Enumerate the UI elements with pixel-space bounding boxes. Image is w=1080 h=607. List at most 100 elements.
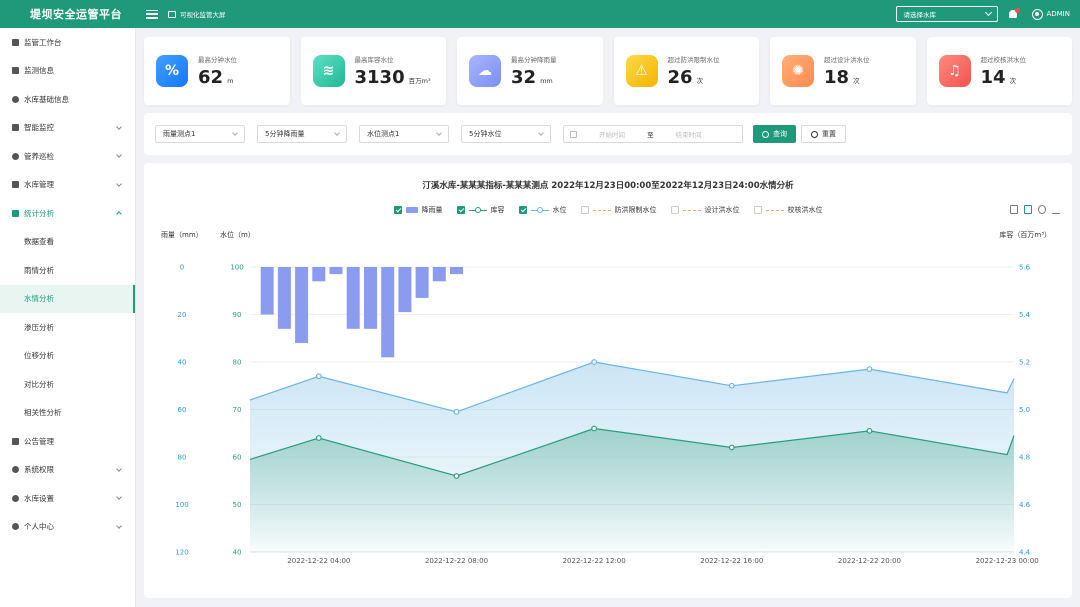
sidebar-sub-rain-analysis[interactable]: 雨情分析 xyxy=(0,256,135,285)
chevron-down-icon xyxy=(116,152,122,158)
query-button[interactable]: 查询 xyxy=(753,125,796,143)
sidebar-item-profile[interactable]: 个人中心 xyxy=(0,513,135,542)
x-tick-label: 2022-12-22 04:00 xyxy=(287,557,350,565)
legend-capacity[interactable]: 库容 xyxy=(456,205,505,215)
date-range-picker[interactable]: 开始时间 至 结束时间 xyxy=(563,125,743,143)
sidebar-item-notices[interactable]: 公告管理 xyxy=(0,427,135,456)
legend-label: 校核洪水位 xyxy=(787,206,823,214)
stat-card: ☁ 最高分钟降雨量 32 mm xyxy=(457,37,603,105)
sidebar: 监管工作台 监测信息 水库基础信息 智能监控 管养巡检 水库管理 统计分析 数据… xyxy=(0,28,136,607)
rain-point-select[interactable]: 雨量测点1 xyxy=(155,125,245,143)
legend-water-level[interactable]: 水位 xyxy=(518,205,567,215)
sidebar-sub-data-view[interactable]: 数据查看 xyxy=(0,228,135,257)
sidebar-item-label: 水库基础信息 xyxy=(24,94,69,104)
query-label: 查询 xyxy=(773,130,787,138)
capacity-point xyxy=(728,444,735,451)
rain-bar xyxy=(381,267,395,358)
rain-bar xyxy=(346,267,360,329)
capacity-tick-label: 5.4 xyxy=(1019,311,1031,319)
download-icon[interactable] xyxy=(1052,205,1060,214)
sidebar-item-label: 智能监控 xyxy=(24,123,54,133)
level-tick-label: 100 xyxy=(230,264,243,272)
sidebar-item-reservoir-manage[interactable]: 水库管理 xyxy=(0,171,135,200)
menu-toggle-icon[interactable] xyxy=(146,9,158,19)
stat-value: 26 xyxy=(667,67,693,88)
sidebar-item-permissions[interactable]: 系统权限 xyxy=(0,456,135,485)
sidebar-sub-seepage-analysis[interactable]: 渗压分析 xyxy=(0,313,135,342)
capacity-tick-label: 4.6 xyxy=(1019,501,1031,509)
x-tick-label: 2022-12-22 16:00 xyxy=(700,557,763,565)
legend-swatch xyxy=(530,206,549,214)
warning-icon: ⚠ xyxy=(625,55,658,87)
chevron-down-icon xyxy=(116,123,122,130)
rain-bar xyxy=(398,267,412,313)
chevron-down-icon xyxy=(116,465,122,472)
line-switch-icon[interactable] xyxy=(1024,205,1032,214)
sidebar-item-inspection[interactable]: 管养巡检 xyxy=(0,142,135,171)
checkbox[interactable] xyxy=(670,206,679,214)
visual-screen-link[interactable]: 可视化监管大屏 xyxy=(168,9,226,19)
stat-label: 最高分钟降雨量 xyxy=(511,56,557,64)
chevron-down-icon xyxy=(116,522,122,529)
legend-swatch xyxy=(682,206,701,214)
reservoir-select-value: 请选择水库 xyxy=(903,11,936,19)
sidebar-sub-displacement-analysis[interactable]: 位移分析 xyxy=(0,342,135,371)
checkbox[interactable] xyxy=(393,206,402,214)
stat-label: 最高库容水位 xyxy=(354,56,394,64)
stat-value: 18 xyxy=(824,67,850,88)
end-time-input[interactable]: 结束时间 xyxy=(676,129,702,139)
checkbox[interactable] xyxy=(518,206,527,214)
sidebar-item-reservoir-info[interactable]: 水库基础信息 xyxy=(0,85,135,114)
capacity-tick-label: 4.8 xyxy=(1019,454,1030,462)
stat-card: ⚠ 超过防洪限制水位 26 次 xyxy=(613,37,759,105)
sidebar-item-workbench[interactable]: 监管工作台 xyxy=(0,28,135,57)
sidebar-item-label: 水库管理 xyxy=(24,180,54,190)
rain-bar xyxy=(450,267,463,275)
level-point-select[interactable]: 水位测点1 xyxy=(359,125,449,143)
level-tick-label: 70 xyxy=(233,406,242,414)
reset-button[interactable]: 重置 xyxy=(801,125,846,143)
stat-unit: m xyxy=(227,77,234,85)
sidebar-sub-comparison-analysis[interactable]: 对比分析 xyxy=(0,370,135,399)
stat-card: ≋ 最高库容水位 3130 百万m³ xyxy=(300,37,446,105)
user-menu[interactable]: ADMIN xyxy=(1032,8,1070,20)
rain-interval-select[interactable]: 5分钟降雨量 xyxy=(257,125,347,143)
rain-bar xyxy=(312,267,326,282)
level-interval-select[interactable]: 5分钟水位 xyxy=(461,125,551,143)
legend-design-flood[interactable]: 设计洪水位 xyxy=(670,205,740,215)
sidebar-sub-water-analysis[interactable]: 水情分析 xyxy=(0,284,135,313)
restore-icon[interactable] xyxy=(1038,205,1046,214)
stat-unit: 次 xyxy=(1009,77,1017,85)
rain-bar xyxy=(432,267,446,282)
sidebar-item-reservoir-settings[interactable]: 水库设置 xyxy=(0,484,135,513)
checkbox[interactable] xyxy=(753,206,762,214)
rain-tick-label: 80 xyxy=(178,454,187,462)
notice-icon xyxy=(12,437,19,445)
legend-rain[interactable]: 降雨量 xyxy=(393,205,443,215)
stat-value: 14 xyxy=(980,67,1006,88)
checkbox[interactable] xyxy=(580,206,589,214)
rain-interval-value: 5分钟降雨量 xyxy=(265,130,305,138)
reservoir-select[interactable]: 请选择水库 xyxy=(896,6,999,22)
shield-icon xyxy=(12,466,19,474)
level-tick-label: 90 xyxy=(233,311,242,319)
alarm-light-icon: ✺ xyxy=(782,55,814,87)
sidebar-item-statistics[interactable]: 统计分析 xyxy=(0,199,135,228)
search-icon xyxy=(762,130,769,138)
chevron-down-icon xyxy=(116,494,122,500)
camera-icon xyxy=(12,124,19,132)
chevron-down-icon xyxy=(334,129,340,136)
legend-flood-limit[interactable]: 防洪限制水位 xyxy=(580,205,657,215)
sidebar-item-monitoring[interactable]: 监测信息 xyxy=(0,57,135,86)
sidebar-sub-correlation-analysis[interactable]: 相关性分析 xyxy=(0,399,135,428)
legend-check-flood[interactable]: 校核洪水位 xyxy=(753,205,823,215)
sidebar-item-smart-monitor[interactable]: 智能监控 xyxy=(0,114,135,143)
data-view-icon[interactable] xyxy=(1010,205,1018,214)
capacity-point xyxy=(453,473,460,479)
stat-card: ✺ 超过设计洪水位 18 次 xyxy=(770,37,916,105)
notification-bell-icon[interactable] xyxy=(1008,7,1021,20)
checkbox[interactable] xyxy=(456,206,465,214)
start-time-input[interactable]: 开始时间 xyxy=(599,129,625,139)
monitor-icon xyxy=(12,67,19,75)
sidebar-item-label: 监管工作台 xyxy=(24,37,62,47)
